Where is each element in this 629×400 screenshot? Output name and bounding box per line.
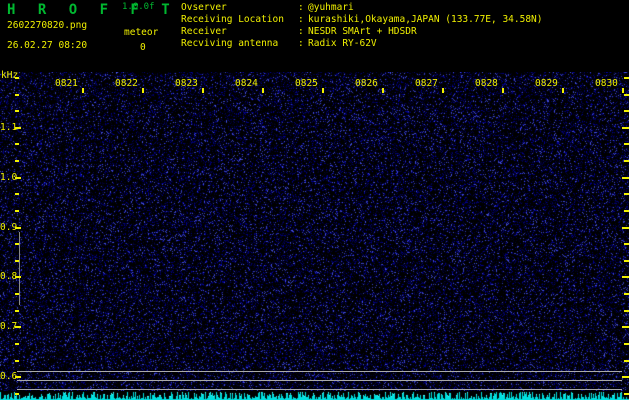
freq-tick-left — [15, 210, 19, 212]
time-label: 0824 — [235, 78, 258, 89]
info-label: Receiving Location — [181, 14, 284, 25]
freq-tick-right — [624, 343, 629, 345]
time-label: 0828 — [475, 78, 498, 89]
freq-tick-right — [624, 210, 629, 212]
info-colon: : — [298, 14, 304, 25]
time-tick — [502, 88, 504, 93]
time-tick — [202, 88, 204, 93]
vertical-artifact-line — [19, 232, 20, 305]
freq-tick-left — [15, 110, 19, 112]
time-tick — [562, 88, 564, 93]
freq-tick-right — [624, 193, 629, 195]
time-label: 0825 — [295, 78, 318, 89]
freq-tick-left — [15, 143, 19, 145]
freq-tick-right — [624, 143, 629, 145]
time-label: 0829 — [535, 78, 558, 89]
info-value: @yuhmari — [308, 2, 354, 13]
freq-tick-left — [15, 160, 19, 162]
carrier-line — [17, 389, 622, 390]
freq-tick-right — [622, 227, 629, 229]
time-label: 0823 — [175, 78, 198, 89]
time-label: 0822 — [115, 78, 138, 89]
freq-tick-left — [15, 393, 19, 395]
freq-tick-left — [15, 343, 19, 345]
freq-tick-right — [624, 77, 629, 79]
info-colon: : — [298, 2, 304, 13]
freq-tick-left — [15, 260, 19, 262]
app-version: 1.0.0f — [122, 2, 155, 12]
freq-tick-right — [622, 326, 629, 328]
freq-tick-right — [624, 110, 629, 112]
freq-tick-left — [15, 77, 19, 79]
hrofft-window: H R O F F T 1.0.0f 2602270820.png 26.02.… — [0, 0, 629, 400]
freq-tick-left — [15, 293, 19, 295]
freq-tick-right — [622, 276, 629, 278]
info-row-location: Receiving Location: kurashiki,Okayama,JAP… — [181, 14, 543, 26]
freq-tick-right — [622, 376, 629, 378]
info-row-receiver: Receiver: NESDR SMArt + HDSDR — [181, 26, 543, 38]
freq-tick-right — [622, 177, 629, 179]
freq-tick-left — [15, 94, 19, 96]
noise-floor-graph — [0, 391, 629, 400]
info-row-observer: Ovserver: @yuhmari — [181, 2, 543, 14]
freq-tick-left — [15, 127, 21, 129]
time-tick — [382, 88, 384, 93]
time-label: 0827 — [415, 78, 438, 89]
time-tick — [622, 88, 624, 93]
info-value: NESDR SMArt + HDSDR — [308, 26, 417, 37]
time-tick — [82, 88, 84, 93]
carrier-line — [17, 380, 622, 381]
info-colon: : — [298, 38, 304, 49]
output-filename: 2602270820.png — [7, 20, 88, 31]
freq-tick-right — [624, 160, 629, 162]
freq-tick-left — [15, 193, 19, 195]
freq-tick-left — [15, 243, 19, 245]
freq-tick-left — [15, 360, 19, 362]
freq-tick-left — [15, 310, 19, 312]
freq-tick-right — [622, 127, 629, 129]
time-tick — [322, 88, 324, 93]
station-info-block: Ovserver: @yuhmari Receiving Location: kur… — [181, 2, 543, 50]
freq-tick-right — [624, 260, 629, 262]
freq-tick-right — [624, 94, 629, 96]
time-tick — [262, 88, 264, 93]
freq-tick-left — [15, 326, 21, 328]
spectrogram-canvas — [0, 72, 629, 391]
freq-tick-right — [624, 360, 629, 362]
info-colon: : — [298, 26, 304, 37]
info-label: Receiver — [181, 26, 227, 37]
carrier-line — [17, 371, 622, 372]
freq-tick-right — [624, 310, 629, 312]
info-value: kurashiki,Okayama,JAPAN (133.77E, 34.58N… — [308, 14, 543, 25]
time-tick — [142, 88, 144, 93]
info-value: Radix RY-62V — [308, 38, 377, 49]
time-label: 0821 — [55, 78, 78, 89]
freq-tick-right — [624, 243, 629, 245]
frequency-axis-unit: kHz — [1, 70, 19, 81]
info-row-antenna: Recviving antenna: Radix RY-62V — [181, 38, 543, 50]
observation-datetime: 26.02.27 08:20 — [7, 40, 88, 51]
time-label: 0830 — [595, 78, 618, 89]
freq-tick-left — [15, 376, 21, 378]
time-label: 0826 — [355, 78, 378, 89]
freq-tick-left — [15, 276, 21, 278]
freq-tick-right — [624, 293, 629, 295]
meteor-count-label: meteor — [124, 27, 159, 38]
meteor-count-value: 0 — [140, 42, 146, 53]
freq-tick-left — [15, 227, 21, 229]
freq-tick-right — [624, 393, 629, 395]
info-label: Ovserver — [181, 2, 227, 13]
freq-tick-left — [15, 177, 21, 179]
time-tick — [442, 88, 444, 93]
info-label: Recviving antenna — [181, 38, 279, 49]
